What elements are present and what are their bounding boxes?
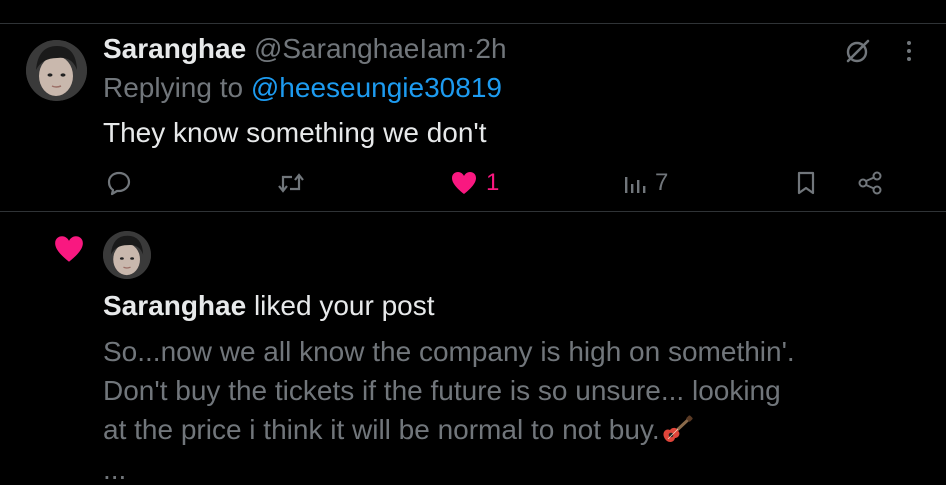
bookmark-button[interactable] xyxy=(795,168,817,198)
post-preview-line: So...now we all know the company is high… xyxy=(103,336,795,367)
view-count: 7 xyxy=(655,169,669,196)
like-count: 1 xyxy=(486,169,500,196)
heart-icon xyxy=(452,172,476,194)
grok-icon[interactable] xyxy=(845,38,871,64)
bookmark-icon xyxy=(797,171,815,195)
replying-to: Replying to @heeseungie30819 xyxy=(103,72,502,104)
retweet-button[interactable] xyxy=(276,168,314,198)
guitar-emoji xyxy=(660,415,694,445)
post-time[interactable]: 2h xyxy=(475,33,506,64)
retweet-icon xyxy=(278,173,304,193)
notification-user-name[interactable]: Saranghae xyxy=(103,290,246,321)
post-header: Saranghae @SaranghaeIam·2h xyxy=(103,33,507,65)
reply-icon xyxy=(107,171,131,196)
notification-action: liked your post xyxy=(253,290,435,321)
author-handle[interactable]: @SaranghaeIam xyxy=(254,33,466,64)
views-icon xyxy=(625,177,646,193)
liked-post-preview[interactable]: So...now we all know the company is high… xyxy=(103,332,903,449)
top-divider xyxy=(0,23,946,24)
avatar[interactable] xyxy=(26,40,87,101)
share-button[interactable] xyxy=(857,168,883,198)
post-text: They know something we don't xyxy=(103,117,487,148)
author-name[interactable]: Saranghae xyxy=(103,33,246,64)
post-preview-line: at the price i think it will be normal t… xyxy=(103,414,660,445)
replying-prefix: Replying to xyxy=(103,72,244,103)
like-button[interactable]: 1 xyxy=(450,168,499,198)
heart-icon xyxy=(52,234,86,264)
notification-title[interactable]: Saranghae liked your post xyxy=(103,289,435,323)
views-button[interactable]: 7 xyxy=(623,168,668,198)
reply-button[interactable] xyxy=(106,168,140,198)
truncation-ellipsis: ... xyxy=(103,454,127,485)
section-divider xyxy=(0,211,946,212)
mention-link[interactable]: @heeseungie30819 xyxy=(251,72,502,103)
share-icon xyxy=(858,171,882,195)
more-icon[interactable] xyxy=(899,38,919,64)
avatar[interactable] xyxy=(103,231,151,279)
separator-dot: · xyxy=(466,33,476,64)
post-preview-line: Don't buy the tickets if the future is s… xyxy=(103,375,781,406)
